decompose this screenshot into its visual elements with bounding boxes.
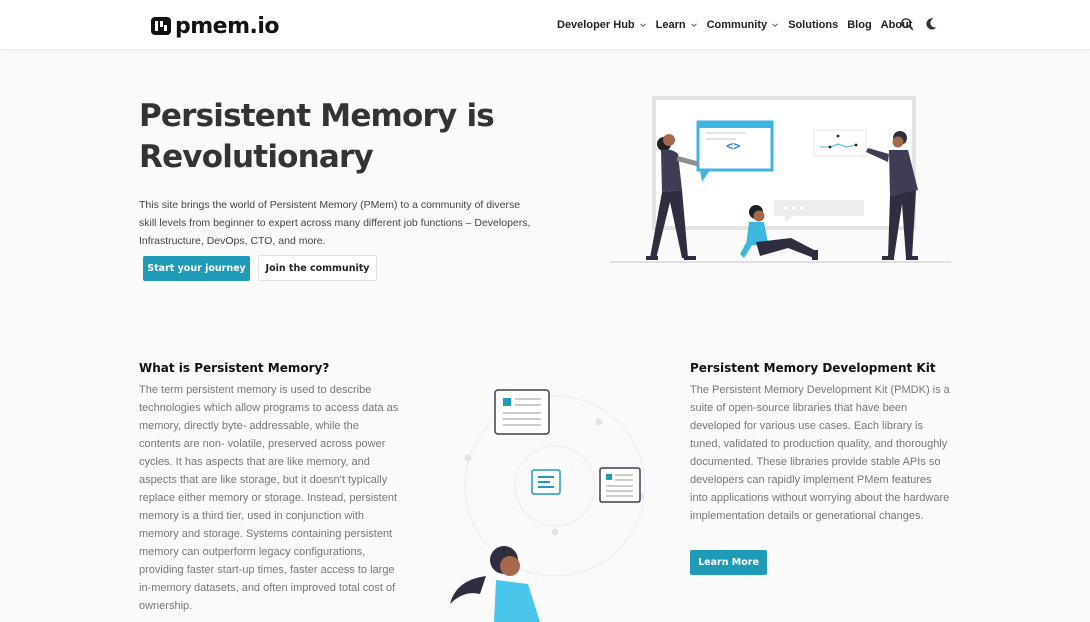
logo-text: pmem.io — [175, 13, 280, 39]
pmdk-title: Persistent Memory Development Kit — [690, 361, 936, 375]
nav-blog[interactable]: Blog — [847, 19, 871, 31]
nav-solutions-label: Solutions — [788, 19, 839, 31]
nav-blog-label: Blog — [847, 19, 872, 31]
svg-text:<>: <> — [726, 139, 740, 153]
memory-illustration — [450, 389, 646, 622]
nav-learn-label: Learn — [655, 19, 686, 31]
main-nav: Developer Hub Learn Community Solutions … — [557, 17, 921, 33]
nav-developer-hub-label: Developer Hub — [557, 19, 635, 31]
what-is-title: What is Persistent Memory? — [139, 361, 330, 375]
chevron-down-icon — [639, 23, 646, 28]
nav-community[interactable]: Community — [707, 19, 780, 31]
join-community-button[interactable]: Join the community — [258, 255, 377, 281]
chevron-down-icon — [690, 23, 697, 28]
search-icon[interactable] — [900, 17, 914, 31]
moon-icon[interactable] — [924, 17, 938, 31]
start-journey-button[interactable]: Start your journey — [143, 256, 250, 281]
hero-description: This site brings the world of Persistent… — [139, 199, 531, 247]
nav-learn[interactable]: Learn — [656, 19, 698, 31]
hero-title: Persistent Memory is Revolutionary — [139, 96, 539, 178]
what-is-text: The term persistent memory is used to de… — [139, 384, 399, 612]
header-icons — [900, 17, 938, 31]
site-header: pmem.io Developer Hub Learn Community So… — [0, 0, 1090, 50]
nav-community-label: Community — [706, 19, 768, 31]
pmdk-text: The Persistent Memory Development Kit (P… — [690, 384, 950, 522]
logo-mark-icon — [151, 17, 171, 35]
site-logo[interactable]: pmem.io — [150, 12, 280, 40]
nav-solutions[interactable]: Solutions — [788, 19, 838, 31]
hero-title-line1: Persistent Memory is — [139, 98, 495, 134]
hero-illustration: <> — [610, 96, 951, 263]
hero-title-line2: Revolutionary — [139, 139, 374, 175]
nav-developer-hub[interactable]: Developer Hub — [557, 19, 647, 31]
learn-more-button[interactable]: Learn More — [690, 550, 767, 575]
chevron-down-icon — [772, 23, 778, 28]
